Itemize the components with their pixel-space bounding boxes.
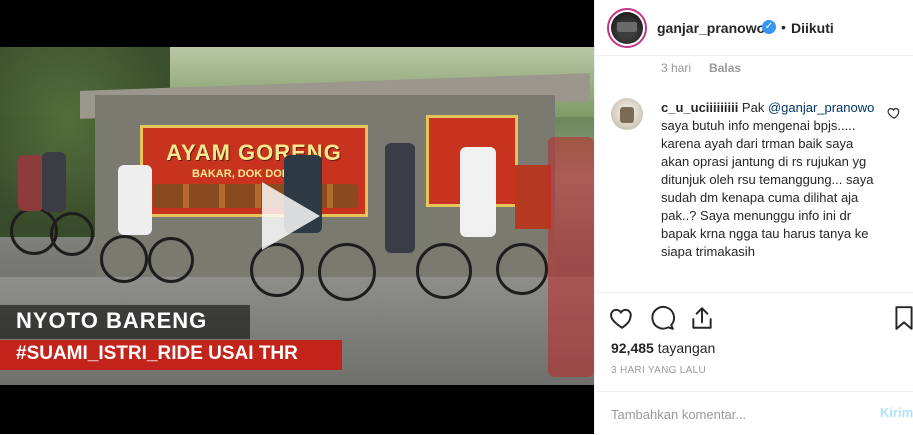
share-icon[interactable]	[689, 305, 715, 331]
heart-icon[interactable]	[609, 305, 635, 331]
avatar[interactable]	[607, 8, 647, 48]
play-icon	[262, 182, 320, 250]
post-header: ganjar_pranowo ✓ • Diikuti	[595, 0, 913, 56]
play-button[interactable]	[262, 182, 330, 250]
commenter-username[interactable]: c_u_uciiiiiiiii	[661, 100, 738, 115]
follow-status-button[interactable]: Diikuti	[791, 20, 834, 36]
comment-icon[interactable]	[649, 305, 675, 331]
add-comment-bar: Kirim	[595, 391, 913, 435]
comments-list[interactable]: 3 hari Balas c_u_uciiiiiiiii Pak @ganjar_…	[595, 57, 913, 292]
comment-time: 3 hari	[661, 61, 692, 75]
view-count[interactable]: 92,485 tayangan	[611, 340, 715, 356]
post-comment-button[interactable]: Kirim	[880, 405, 913, 420]
post-date[interactable]: 3 HARI YANG LALU	[611, 365, 706, 376]
commenter-avatar[interactable]	[611, 98, 643, 130]
post-actions: 92,485 tayangan 3 HARI YANG LALU Kirim	[595, 292, 913, 434]
previous-comment-meta: 3 hari Balas	[661, 61, 741, 75]
comment-input[interactable]	[611, 405, 861, 423]
post-sidebar: ganjar_pranowo ✓ • Diikuti 3 hari Balas c…	[594, 0, 913, 434]
view-count-number: 92,485	[611, 340, 654, 356]
verified-badge-icon: ✓	[762, 20, 776, 34]
instagram-post-modal: AYAM GORENG BAKAR, DOK DOK DER NYOTO BAR…	[0, 0, 913, 434]
shop-sign: AYAM GORENG BAKAR, DOK DOK DER	[140, 125, 368, 217]
comment-text: c_u_uciiiiiiiii Pak @ganjar_pranowo saya…	[661, 100, 875, 259]
comment-mention-link[interactable]: @ganjar_pranowo	[768, 100, 874, 115]
reply-button[interactable]: Balas	[709, 61, 741, 75]
view-count-label: tayangan	[657, 340, 716, 356]
header-separator: •	[781, 19, 786, 35]
post-author-username[interactable]: ganjar_pranowo	[657, 20, 765, 36]
shop-sign-subtitle: BAKAR, DOK DOK DER	[191, 168, 317, 180]
bookmark-icon[interactable]	[891, 305, 913, 331]
caption-line2: #SUAMI_ISTRI_RIDE USAI THR	[16, 343, 298, 364]
caption-line1: NYOTO BARENG	[16, 308, 208, 333]
shop-sign-title: AYAM GORENG	[166, 140, 342, 165]
side-banner-small	[515, 165, 551, 229]
like-comment-icon[interactable]	[887, 106, 901, 120]
video-player[interactable]: AYAM GORENG BAKAR, DOK DOK DER NYOTO BAR…	[0, 0, 594, 434]
